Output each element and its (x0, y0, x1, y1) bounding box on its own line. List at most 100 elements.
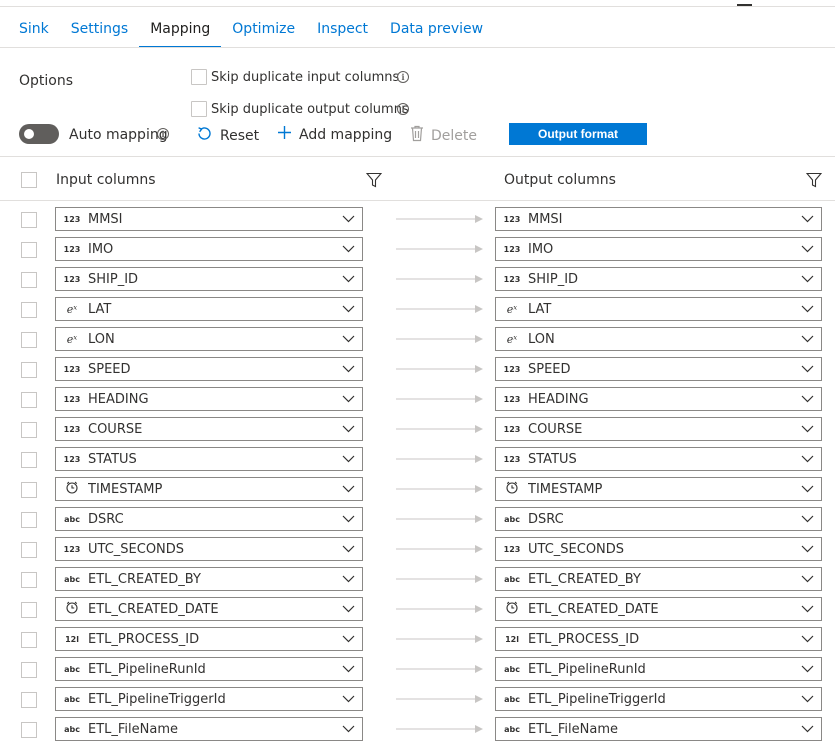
chevron-down-icon[interactable] (793, 718, 821, 740)
input-column-dropdown[interactable]: eˣ LON (55, 327, 363, 351)
chevron-down-icon[interactable] (793, 208, 821, 230)
filter-icon[interactable] (806, 172, 822, 188)
tab-inspect[interactable]: Inspect (306, 12, 379, 47)
output-column-dropdown[interactable]: TIMESTAMP (495, 477, 822, 501)
chevron-down-icon[interactable] (793, 538, 821, 560)
output-column-dropdown[interactable]: 123 MMSI (495, 207, 822, 231)
chevron-down-icon[interactable] (334, 298, 362, 320)
input-column-dropdown[interactable]: 123 SPEED (55, 357, 363, 381)
chevron-down-icon[interactable] (334, 478, 362, 500)
row-checkbox[interactable] (21, 722, 37, 738)
row-checkbox[interactable] (21, 332, 37, 348)
tab-optimize[interactable]: Optimize (221, 12, 306, 47)
auto-mapping-toggle[interactable] (19, 124, 59, 144)
chevron-down-icon[interactable] (334, 538, 362, 560)
row-checkbox[interactable] (21, 602, 37, 618)
chevron-down-icon[interactable] (793, 598, 821, 620)
output-column-dropdown[interactable]: 123 UTC_SECONDS (495, 537, 822, 561)
delete-button[interactable]: Delete (410, 125, 477, 147)
tab-sink[interactable]: Sink (8, 12, 60, 47)
chevron-down-icon[interactable] (334, 448, 362, 470)
input-column-dropdown[interactable]: 123 UTC_SECONDS (55, 537, 363, 561)
chevron-down-icon[interactable] (793, 358, 821, 380)
row-checkbox[interactable] (21, 422, 37, 438)
output-column-dropdown[interactable]: abc DSRC (495, 507, 822, 531)
chevron-down-icon[interactable] (793, 688, 821, 710)
input-column-dropdown[interactable]: abc DSRC (55, 507, 363, 531)
input-column-dropdown[interactable]: 123 STATUS (55, 447, 363, 471)
input-column-dropdown[interactable]: ETL_CREATED_DATE (55, 597, 363, 621)
row-checkbox[interactable] (21, 632, 37, 648)
output-column-dropdown[interactable]: abc ETL_CREATED_BY (495, 567, 822, 591)
row-checkbox[interactable] (21, 572, 37, 588)
output-format-button[interactable]: Output format (509, 123, 647, 145)
tab-settings[interactable]: Settings (60, 12, 139, 47)
chevron-down-icon[interactable] (793, 478, 821, 500)
row-checkbox[interactable] (21, 302, 37, 318)
output-column-dropdown[interactable]: eˣ LON (495, 327, 822, 351)
input-column-dropdown[interactable]: 12l ETL_PROCESS_ID (55, 627, 363, 651)
chevron-down-icon[interactable] (793, 508, 821, 530)
row-checkbox[interactable] (21, 212, 37, 228)
row-checkbox[interactable] (21, 392, 37, 408)
output-column-dropdown[interactable]: 123 COURSE (495, 417, 822, 441)
input-column-dropdown[interactable]: 123 HEADING (55, 387, 363, 411)
chevron-down-icon[interactable] (334, 718, 362, 740)
info-icon[interactable]: i (157, 128, 169, 140)
input-column-dropdown[interactable]: 123 SHIP_ID (55, 267, 363, 291)
chevron-down-icon[interactable] (334, 568, 362, 590)
chevron-down-icon[interactable] (334, 418, 362, 440)
output-column-dropdown[interactable]: 123 HEADING (495, 387, 822, 411)
chevron-down-icon[interactable] (334, 628, 362, 650)
chevron-down-icon[interactable] (793, 268, 821, 290)
output-column-dropdown[interactable]: 123 SHIP_ID (495, 267, 822, 291)
chevron-down-icon[interactable] (334, 658, 362, 680)
minimize-icon[interactable] (737, 4, 752, 6)
chevron-down-icon[interactable] (334, 598, 362, 620)
input-column-dropdown[interactable]: 123 MMSI (55, 207, 363, 231)
chevron-down-icon[interactable] (793, 298, 821, 320)
row-checkbox[interactable] (21, 452, 37, 468)
row-checkbox[interactable] (21, 662, 37, 678)
row-checkbox[interactable] (21, 482, 37, 498)
input-column-dropdown[interactable]: 123 IMO (55, 237, 363, 261)
output-column-dropdown[interactable]: 123 STATUS (495, 447, 822, 471)
row-checkbox[interactable] (21, 272, 37, 288)
input-column-dropdown[interactable]: abc ETL_FileName (55, 717, 363, 741)
chevron-down-icon[interactable] (334, 688, 362, 710)
chevron-down-icon[interactable] (334, 328, 362, 350)
row-checkbox[interactable] (21, 242, 37, 258)
output-column-dropdown[interactable]: abc ETL_PipelineTriggerId (495, 687, 822, 711)
input-column-dropdown[interactable]: abc ETL_PipelineRunId (55, 657, 363, 681)
chevron-down-icon[interactable] (334, 508, 362, 530)
output-column-dropdown[interactable]: 123 SPEED (495, 357, 822, 381)
row-checkbox[interactable] (21, 692, 37, 708)
skip-duplicate-input-checkbox[interactable] (191, 69, 207, 85)
chevron-down-icon[interactable] (793, 238, 821, 260)
chevron-down-icon[interactable] (793, 388, 821, 410)
chevron-down-icon[interactable] (793, 658, 821, 680)
chevron-down-icon[interactable] (334, 358, 362, 380)
chevron-down-icon[interactable] (334, 208, 362, 230)
chevron-down-icon[interactable] (793, 328, 821, 350)
add-mapping-button[interactable]: Add mapping (277, 125, 392, 145)
select-all-checkbox[interactable] (21, 172, 37, 188)
chevron-down-icon[interactable] (793, 568, 821, 590)
filter-icon[interactable] (366, 172, 382, 188)
chevron-down-icon[interactable] (334, 268, 362, 290)
input-column-dropdown[interactable]: abc ETL_CREATED_BY (55, 567, 363, 591)
output-column-dropdown[interactable]: 123 IMO (495, 237, 822, 261)
tab-data-preview[interactable]: Data preview (379, 12, 494, 47)
tab-mapping[interactable]: Mapping (139, 12, 222, 48)
output-column-dropdown[interactable]: eˣ LAT (495, 297, 822, 321)
row-checkbox[interactable] (21, 362, 37, 378)
row-checkbox[interactable] (21, 512, 37, 528)
input-column-dropdown[interactable]: eˣ LAT (55, 297, 363, 321)
chevron-down-icon[interactable] (793, 628, 821, 650)
row-checkbox[interactable] (21, 542, 37, 558)
output-column-dropdown[interactable]: ETL_CREATED_DATE (495, 597, 822, 621)
info-icon[interactable]: i (397, 71, 409, 83)
output-column-dropdown[interactable]: abc ETL_FileName (495, 717, 822, 741)
chevron-down-icon[interactable] (334, 238, 362, 260)
info-icon[interactable]: i (397, 103, 409, 115)
